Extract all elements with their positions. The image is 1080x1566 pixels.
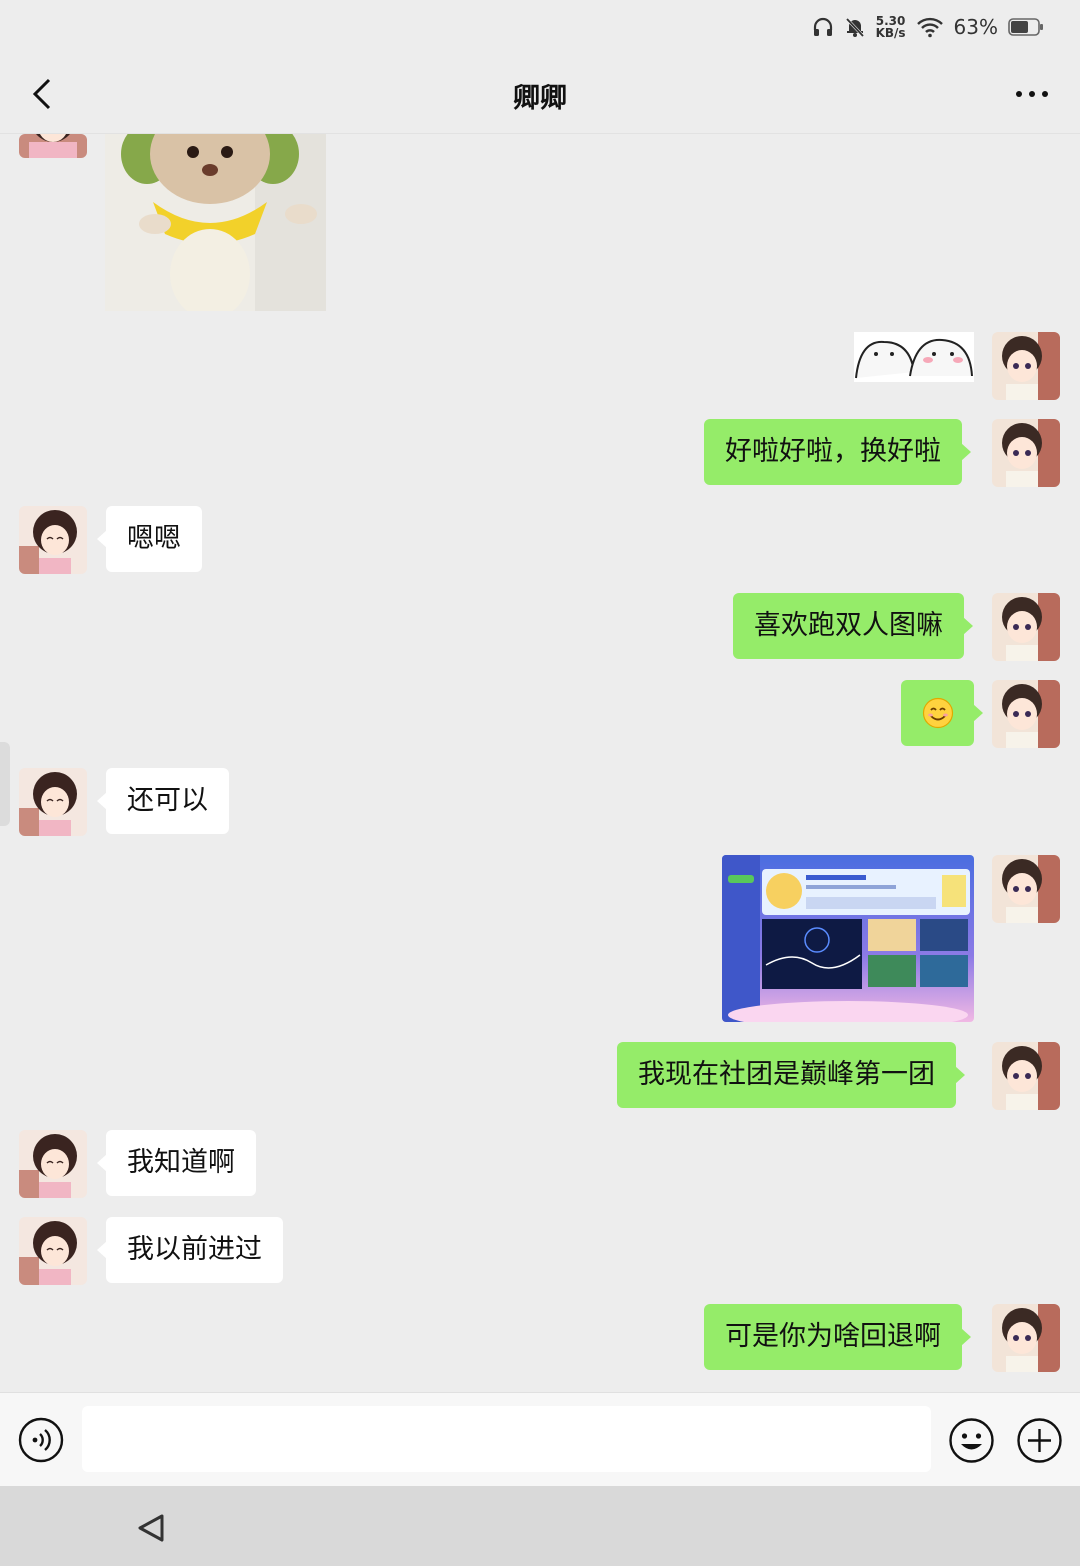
- chat-title: 卿卿: [513, 83, 567, 114]
- net-speed-unit: KB/s: [875, 26, 906, 40]
- my-avatar[interactable]: [992, 332, 1060, 400]
- photo-message[interactable]: [105, 134, 326, 311]
- emoji-icon: [949, 1418, 994, 1463]
- battery-icon: [1008, 17, 1044, 37]
- contact-avatar[interactable]: [19, 1130, 87, 1198]
- plush-photo: [105, 134, 326, 311]
- nav-back-triangle-icon: [138, 1514, 164, 1542]
- incoming-message[interactable]: 我以前进过: [97, 1217, 283, 1283]
- my-avatar[interactable]: [992, 855, 1060, 923]
- incoming-message[interactable]: 我知道啊: [97, 1130, 256, 1196]
- my-avatar[interactable]: [992, 593, 1060, 661]
- emoji-button[interactable]: [948, 1417, 995, 1464]
- incoming-message[interactable]: 还可以: [97, 768, 229, 834]
- outgoing-message[interactable]: 好啦好啦，换好啦: [704, 419, 971, 485]
- more-dots-icon: [1016, 91, 1048, 97]
- my-avatar[interactable]: [992, 1304, 1060, 1372]
- nav-back-button[interactable]: [132, 1508, 172, 1548]
- wifi-icon: [916, 16, 944, 38]
- net-speed: 5.30 KB/s: [876, 15, 906, 39]
- edge-swipe-handle[interactable]: [0, 742, 10, 826]
- voice-button[interactable]: [18, 1417, 64, 1463]
- status-icons: 5.30 KB/s 63%: [812, 12, 1044, 42]
- chat-screen: 5.30 KB/s 63% 卿卿 好啦好啦，换好啦 嗯嗯 喜欢跑双人图嘛 还可以…: [0, 0, 1080, 1566]
- outgoing-message[interactable]: 喜欢跑双人图嘛: [733, 593, 973, 659]
- screenshot-message[interactable]: [722, 855, 974, 1022]
- contact-avatar[interactable]: [19, 506, 87, 574]
- contact-avatar[interactable]: [19, 134, 87, 158]
- contact-avatar[interactable]: [19, 768, 87, 836]
- input-bar: [0, 1392, 1080, 1486]
- headphones-icon: [812, 16, 834, 38]
- incoming-message[interactable]: 嗯嗯: [97, 506, 202, 572]
- contact-avatar[interactable]: [19, 1217, 87, 1285]
- more-button[interactable]: [1010, 72, 1054, 116]
- sticker-message[interactable]: [854, 332, 974, 382]
- smile-emoji-icon: [922, 697, 953, 729]
- system-nav-bar: [0, 1486, 1080, 1566]
- outgoing-emoji-message[interactable]: [901, 680, 983, 746]
- status-bar: 5.30 KB/s 63%: [0, 0, 1080, 54]
- outgoing-message[interactable]: 可是你为啥回退啊: [704, 1304, 971, 1370]
- my-avatar[interactable]: [992, 419, 1060, 487]
- mute-bell-icon: [844, 16, 866, 38]
- game-screenshot: [722, 855, 974, 1022]
- chat-header: 卿卿: [0, 54, 1080, 134]
- battery-percent: 63%: [953, 15, 998, 39]
- my-avatar[interactable]: [992, 680, 1060, 748]
- message-input[interactable]: [82, 1406, 931, 1472]
- outgoing-message[interactable]: 我现在社团是巅峰第一团: [617, 1042, 965, 1108]
- plus-icon: [1017, 1418, 1062, 1463]
- my-avatar[interactable]: [992, 1042, 1060, 1110]
- voice-icon: [18, 1417, 64, 1463]
- blob-sticker: [854, 332, 974, 382]
- plus-button[interactable]: [1016, 1417, 1063, 1464]
